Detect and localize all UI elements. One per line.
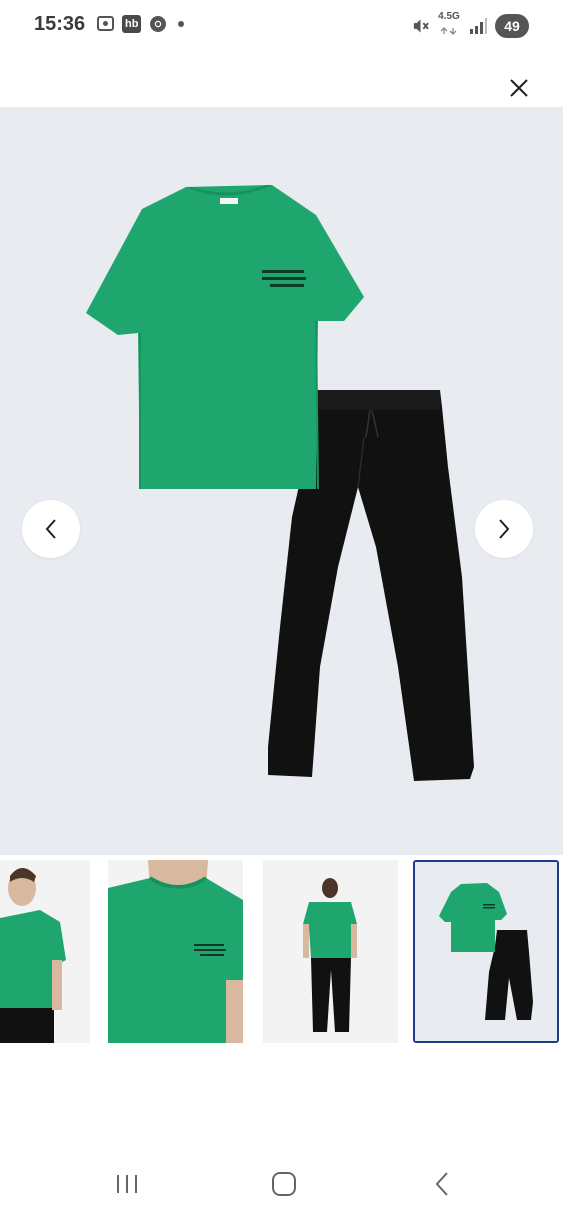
chevron-left-icon <box>45 519 56 539</box>
network-type: 4.5G <box>438 11 460 22</box>
more-notifications-dot <box>178 20 185 27</box>
chrome-icon <box>148 14 167 33</box>
closeup-thumbnail <box>108 860 243 1043</box>
hb-app-icon: hb <box>122 14 142 33</box>
recents-icon <box>117 1175 137 1193</box>
model-back-thumbnail <box>263 860 398 1043</box>
flat-lay-thumbnail <box>415 862 557 1041</box>
recents-button[interactable] <box>107 1166 147 1202</box>
close-button[interactable] <box>503 72 535 104</box>
mute-icon <box>411 17 430 36</box>
home-icon <box>272 1172 296 1196</box>
back-button[interactable] <box>422 1166 462 1202</box>
system-icons: 4.5G 49 <box>411 12 529 40</box>
back-icon <box>435 1172 448 1196</box>
previous-image-button[interactable] <box>22 500 80 558</box>
notification-icons: hb <box>96 14 185 33</box>
next-image-button[interactable] <box>475 500 533 558</box>
status-bar: 15:36 hb 4.5G 49 <box>0 0 563 50</box>
thumbnail-4[interactable] <box>413 860 559 1043</box>
data-arrows-icon <box>440 27 457 35</box>
thumbnail-3[interactable] <box>263 860 398 1043</box>
network-indicator: 4.5G <box>438 12 460 40</box>
chevron-right-icon <box>499 519 510 539</box>
model-front-thumbnail <box>0 860 90 1043</box>
status-time: 15:36 <box>34 13 86 35</box>
close-icon <box>510 79 528 97</box>
system-navigation-bar <box>0 1150 563 1219</box>
thumbnail-2[interactable] <box>108 860 243 1043</box>
pajama-set-illustration <box>86 185 474 781</box>
product-image[interactable] <box>0 107 563 855</box>
home-button[interactable] <box>264 1166 304 1202</box>
screenshot-icon <box>96 14 115 33</box>
thumbnail-1[interactable] <box>0 860 90 1043</box>
battery-indicator: 49 <box>495 14 529 38</box>
signal-icon <box>468 17 487 36</box>
thumbnail-strip <box>0 860 563 1043</box>
